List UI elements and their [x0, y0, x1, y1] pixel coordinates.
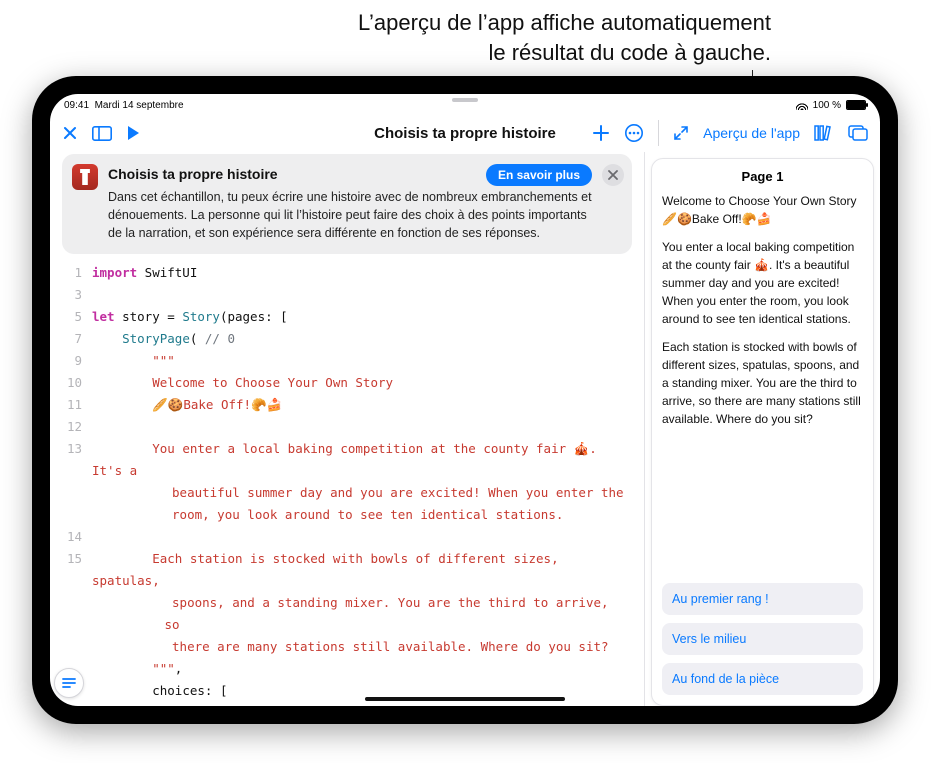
- code-line[interactable]: 15 Each station is stocked with bowls of…: [60, 548, 638, 658]
- preview-pane: Page 1 Welcome to Choose Your Own Story …: [644, 152, 880, 706]
- editor-pane[interactable]: Choisis ta propre histoire Dans cet écha…: [50, 152, 644, 706]
- code-line[interactable]: 3: [60, 284, 638, 306]
- line-number: 10: [60, 372, 92, 394]
- preview-choice-button[interactable]: Vers le milieu: [662, 623, 863, 655]
- preview-body: Welcome to Choose Your Own Story 🥖🍪Bake …: [662, 192, 863, 438]
- line-number: 11: [60, 394, 92, 416]
- more-icon[interactable]: [624, 123, 644, 143]
- learn-more-button[interactable]: En savoir plus: [486, 164, 592, 186]
- intro-desc: Dans cet échantillon, tu peux écrire une…: [108, 188, 592, 242]
- preview-choices: Au premier rang ! Vers le milieu Au fond d…: [662, 575, 863, 695]
- sidebar-toggle-icon[interactable]: [92, 126, 112, 141]
- preview-choice-button[interactable]: Au fond de la pièce: [662, 663, 863, 695]
- preview-label[interactable]: Aperçu de l'app: [703, 125, 800, 141]
- code-line[interactable]: 7 StoryPage( // 0: [60, 328, 638, 350]
- line-number: 7: [60, 328, 92, 350]
- app-icon: [72, 164, 98, 190]
- preview-paragraph: Welcome to Choose Your Own Story 🥖🍪Bake …: [662, 192, 863, 228]
- line-number: 3: [60, 284, 92, 306]
- code-line[interactable]: 1import SwiftUI: [60, 262, 638, 284]
- battery-icon: [846, 100, 866, 110]
- home-indicator[interactable]: [365, 697, 565, 701]
- toolbar-separator: [658, 120, 659, 146]
- multitask-handle[interactable]: [452, 98, 478, 102]
- code-editor[interactable]: 1import SwiftUI35let story = Story(pages…: [56, 262, 638, 706]
- line-number: 1: [60, 262, 92, 284]
- code-text[interactable]: Welcome to Choose Your Own Story: [92, 372, 638, 394]
- code-line[interactable]: Choice(text: "Front row!", destination: …: [60, 702, 638, 706]
- status-bar: 09:41 Mardi 14 septembre 100 %: [50, 94, 880, 114]
- status-right: 100 %: [796, 100, 866, 111]
- intro-card: Choisis ta propre histoire Dans cet écha…: [62, 154, 632, 254]
- code-line[interactable]: """,: [60, 658, 638, 680]
- line-number: 13: [60, 438, 92, 526]
- line-number: 15: [60, 548, 92, 658]
- line-number: [60, 702, 92, 706]
- ipad-screen: 09:41 Mardi 14 septembre 100 %: [50, 94, 880, 706]
- expand-preview-icon[interactable]: [673, 125, 689, 141]
- code-text[interactable]: Each station is stocked with bowls of di…: [92, 548, 638, 658]
- code-line[interactable]: 10 Welcome to Choose Your Own Story: [60, 372, 638, 394]
- code-text[interactable]: """: [92, 350, 638, 372]
- code-text[interactable]: 🥖🍪Bake Off!🥐🍰: [92, 394, 638, 416]
- documentation-icon: [61, 677, 77, 689]
- code-line[interactable]: 11 🥖🍪Bake Off!🥐🍰: [60, 394, 638, 416]
- window-icon[interactable]: [848, 125, 868, 141]
- line-number: 14: [60, 526, 92, 548]
- annotation-caption: L’aperçu de l’app affiche automatiquemen…: [151, 8, 771, 67]
- battery-percentage: 100 %: [813, 100, 841, 111]
- code-text[interactable]: let story = Story(pages: [: [92, 306, 638, 328]
- ipad-frame: 09:41 Mardi 14 septembre 100 %: [32, 76, 898, 724]
- code-text[interactable]: [92, 526, 638, 548]
- add-icon[interactable]: [592, 124, 610, 142]
- close-icon[interactable]: [62, 125, 78, 141]
- code-line[interactable]: 14: [60, 526, 638, 548]
- code-text[interactable]: [92, 284, 638, 306]
- line-number: 5: [60, 306, 92, 328]
- toolbar: Choisis ta propre histoire Aperçu de l'a…: [50, 114, 880, 152]
- code-line[interactable]: 9 """: [60, 350, 638, 372]
- caption-line: L’aperçu de l’app affiche automatiquemen…: [358, 10, 771, 35]
- status-date: Mardi 14 septembre: [95, 100, 184, 111]
- code-line[interactable]: 12: [60, 416, 638, 438]
- toolbar-title: Choisis ta propre histoire: [374, 125, 556, 142]
- code-line[interactable]: 13 You enter a local baking competition …: [60, 438, 638, 526]
- code-text[interactable]: StoryPage( // 0: [92, 328, 638, 350]
- code-text[interactable]: """,: [92, 658, 638, 680]
- documentation-button[interactable]: [54, 668, 84, 698]
- wifi-icon: [796, 101, 808, 110]
- close-icon: [608, 170, 618, 180]
- run-icon[interactable]: [126, 125, 140, 141]
- preview-paragraph: Each station is stocked with bowls of di…: [662, 338, 863, 428]
- code-text[interactable]: Choice(text: "Front row!", destination: …: [92, 702, 638, 706]
- code-text[interactable]: import SwiftUI: [92, 262, 638, 284]
- line-number: 12: [60, 416, 92, 438]
- code-text[interactable]: [92, 416, 638, 438]
- content-area: Choisis ta propre histoire Dans cet écha…: [50, 152, 880, 706]
- preview-paragraph: You enter a local baking competition at …: [662, 238, 863, 328]
- preview-device: Page 1 Welcome to Choose Your Own Story …: [651, 158, 874, 706]
- close-intro-button[interactable]: [602, 164, 624, 186]
- code-line[interactable]: 5let story = Story(pages: [: [60, 306, 638, 328]
- library-icon[interactable]: [814, 125, 834, 141]
- code-text[interactable]: You enter a local baking competition at …: [92, 438, 638, 526]
- preview-choice-button[interactable]: Au premier rang !: [662, 583, 863, 615]
- status-time: 09:41: [64, 100, 89, 111]
- line-number: 9: [60, 350, 92, 372]
- caption-line: le résultat du code à gauche.: [488, 40, 771, 65]
- preview-page-title: Page 1: [662, 169, 863, 184]
- status-left: 09:41 Mardi 14 septembre: [64, 100, 184, 111]
